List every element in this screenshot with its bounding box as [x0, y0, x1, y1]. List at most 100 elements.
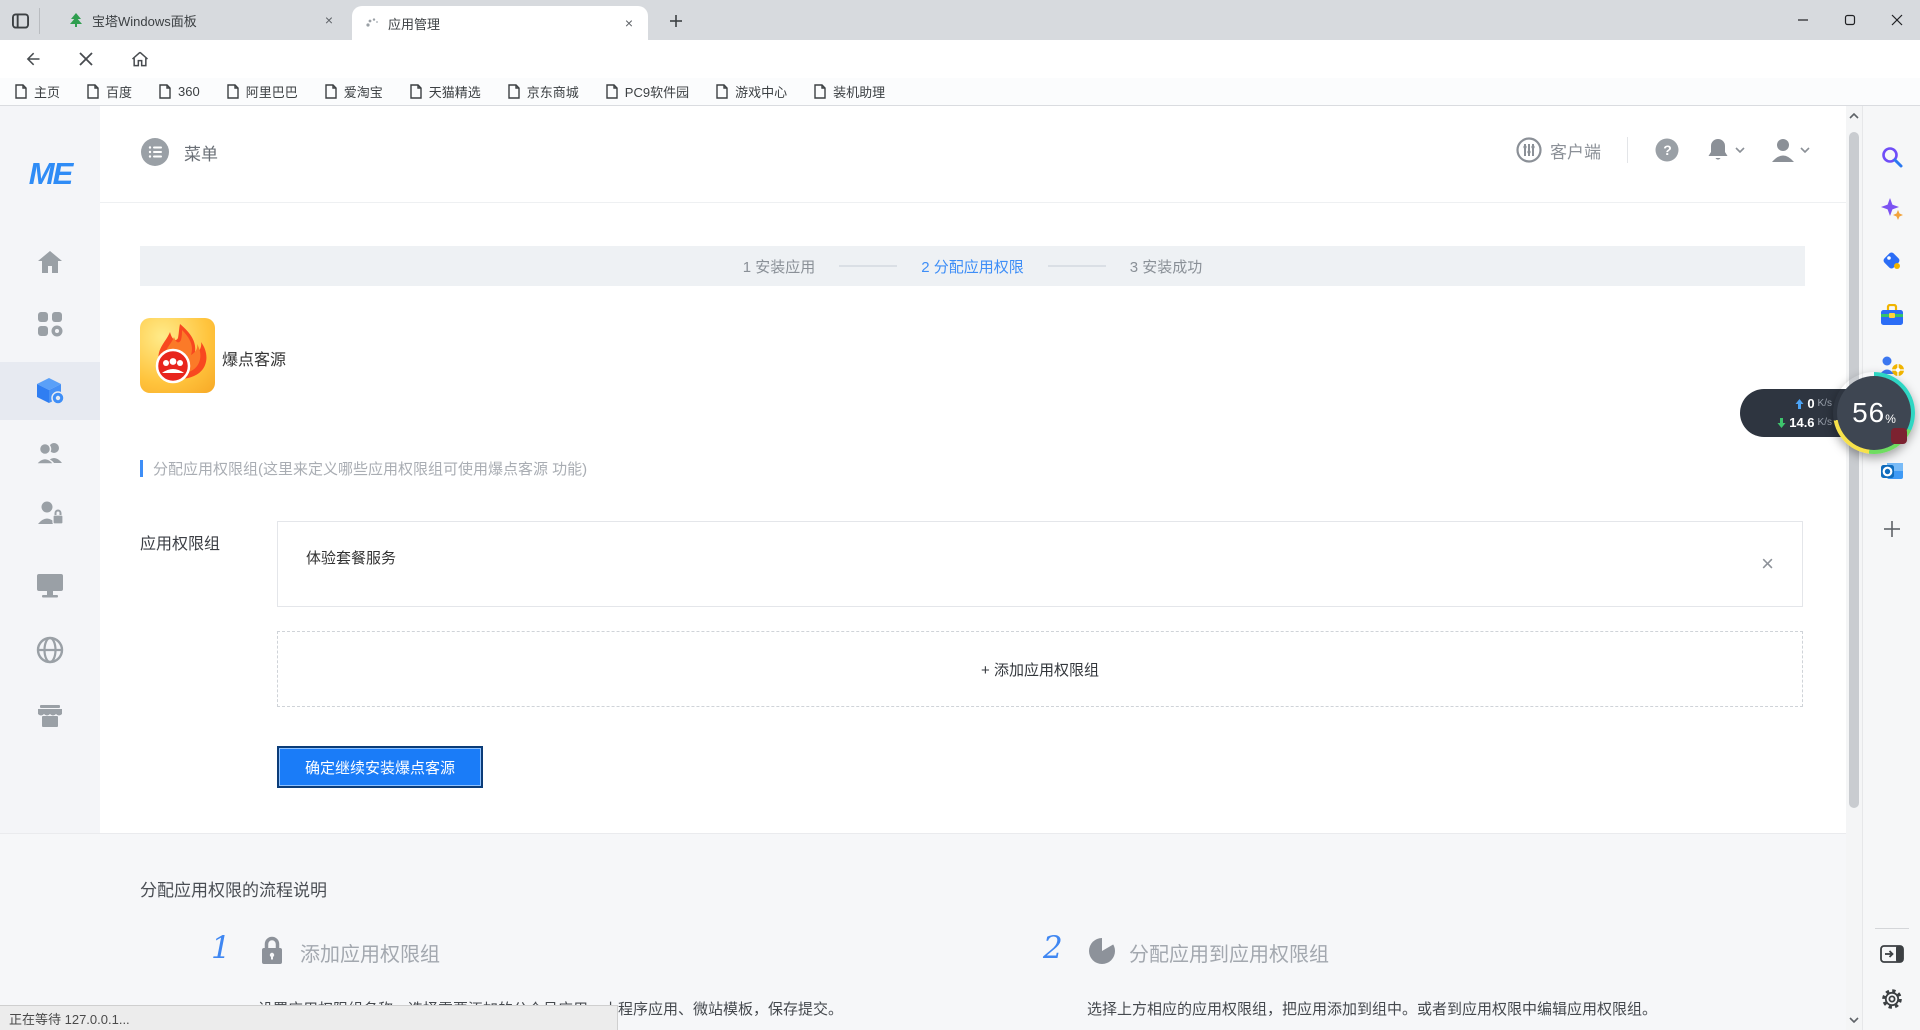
sidebar-outlook-button[interactable]: [1863, 451, 1920, 491]
plus-icon: [1883, 520, 1901, 538]
bookmark-item[interactable]: 主页: [14, 82, 60, 101]
sidebar-panel-toggle-button[interactable]: [1863, 934, 1920, 974]
svg-text:?: ?: [1663, 142, 1672, 158]
bookmark-item[interactable]: 装机助理: [813, 82, 885, 101]
sidebar-item-sites[interactable]: [0, 559, 100, 611]
app-logo[interactable]: ME: [0, 156, 100, 192]
store-icon: [36, 704, 64, 728]
help-icon: ?: [1654, 137, 1680, 163]
sidebar-item-domains[interactable]: [0, 624, 100, 676]
tab-actions-icon: [12, 13, 29, 29]
sidebar-item-users[interactable]: [0, 427, 100, 479]
bookmark-item[interactable]: PC9软件园: [605, 82, 689, 101]
menu-button[interactable]: 菜单: [140, 137, 218, 167]
close-icon: [1891, 14, 1903, 26]
apps-grid-gear-icon: [37, 311, 63, 337]
home-button[interactable]: [124, 43, 156, 75]
guide-section: 分配应用权限的流程说明 1 添加应用权限组 设置应用权限组名称，选择需要添加的公…: [0, 833, 1846, 1030]
sidebar-item-apps[interactable]: [0, 298, 100, 350]
chevron-down-icon: [1735, 147, 1745, 153]
notifications-button[interactable]: [1706, 137, 1745, 163]
bookmark-item[interactable]: 阿里巴巴: [226, 82, 298, 101]
scroll-up-icon[interactable]: [1846, 108, 1862, 124]
tab-actions-button[interactable]: [12, 8, 40, 34]
resource-percent-gauge[interactable]: 56 %: [1833, 372, 1915, 454]
sidebar-add-button[interactable]: [1863, 509, 1920, 549]
sidebar-copilot-button[interactable]: [1863, 189, 1920, 229]
user-menu-button[interactable]: [1771, 137, 1810, 163]
bookmark-label: 主页: [34, 82, 60, 101]
upload-value: 0: [1807, 396, 1814, 411]
web-page: ME 菜单: [0, 106, 1862, 1030]
tab-baota-panel[interactable]: 宝塔Windows面板 ×: [56, 0, 348, 40]
open-panel-icon: [1880, 945, 1904, 963]
scrollbar-thumb[interactable]: [1849, 132, 1859, 808]
bookmark-item[interactable]: 京东商城: [507, 82, 579, 101]
perm-group-value: 体验套餐服务: [306, 547, 396, 568]
page-icon: [813, 84, 827, 99]
globe-icon: [36, 636, 64, 664]
back-arrow-icon: [22, 49, 42, 69]
up-arrow-icon: [1795, 399, 1804, 409]
lock-icon: [258, 936, 286, 966]
maximize-button[interactable]: [1826, 0, 1873, 40]
confirm-install-button[interactable]: 确定继续安装爆点客源: [277, 746, 483, 788]
tab-title: 应用管理: [388, 14, 612, 33]
step-assign-permission: 2 分配应用权限: [921, 256, 1024, 277]
bookmark-label: 爱淘宝: [344, 82, 383, 101]
new-tab-button[interactable]: [664, 9, 688, 33]
step-install-success: 3 安装成功: [1130, 256, 1203, 277]
bookmark-item[interactable]: 360: [158, 84, 200, 99]
back-button[interactable]: [16, 43, 48, 75]
bookmark-item[interactable]: 爱淘宝: [324, 82, 383, 101]
remove-group-icon[interactable]: ×: [1761, 553, 1774, 575]
stop-loading-button[interactable]: [70, 43, 102, 75]
bookmark-label: 游戏中心: [735, 82, 787, 101]
minimize-button[interactable]: [1779, 0, 1826, 40]
sidebar-item-store[interactable]: [0, 690, 100, 742]
user-icon: [1771, 137, 1795, 163]
cube-gear-icon: [35, 376, 65, 406]
bookmark-item[interactable]: 天猫精选: [409, 82, 481, 101]
close-window-button[interactable]: [1873, 0, 1920, 40]
sidebar-tools-button[interactable]: [1863, 295, 1920, 335]
page-icon: [324, 84, 338, 99]
client-button[interactable]: 客户端: [1516, 137, 1601, 163]
header-divider: [1627, 137, 1628, 163]
sidebar-settings-button[interactable]: [1863, 979, 1920, 1019]
page-icon: [86, 84, 100, 99]
sidebar-item-user-permissions[interactable]: [0, 487, 100, 539]
page-scrollbar[interactable]: [1846, 106, 1862, 1030]
add-group-button[interactable]: + 添加应用权限组: [277, 631, 1803, 707]
sidebar-search-button[interactable]: [1863, 137, 1920, 177]
flame-badge-icon: [140, 318, 215, 393]
tab-close-icon[interactable]: ×: [320, 11, 338, 29]
monitor-icon: [36, 573, 64, 598]
browser-toolbar: 127.0.0.1/web/index.php?c=module&a=manag…: [0, 40, 1920, 78]
guide-step-title: 添加应用权限组: [300, 938, 440, 967]
sidebar-item-home[interactable]: [0, 236, 100, 288]
tab-app-manage[interactable]: 应用管理 ×: [352, 6, 648, 40]
tab-close-icon[interactable]: ×: [620, 14, 638, 32]
home-icon: [36, 249, 64, 275]
bookmark-item[interactable]: 游戏中心: [715, 82, 787, 101]
bookmark-label: 360: [178, 84, 200, 99]
client-sliders-icon: [1516, 137, 1542, 163]
sidebar-item-modules-active[interactable]: [0, 362, 100, 420]
sidebar-shopping-button[interactable]: [1863, 241, 1920, 281]
gear-icon: [1880, 987, 1904, 1011]
bell-icon: [1706, 137, 1730, 163]
scroll-down-icon[interactable]: [1846, 1012, 1862, 1028]
download-speed-row: 14.6K/s: [1756, 413, 1832, 432]
loading-spinner-icon: [364, 15, 380, 31]
bookmark-label: 京东商城: [527, 82, 579, 101]
bookmark-item[interactable]: 百度: [86, 82, 132, 101]
perm-group-box[interactable]: 体验套餐服务 ×: [277, 521, 1803, 607]
shopping-tag-icon: [1880, 249, 1904, 273]
help-button[interactable]: ?: [1654, 137, 1680, 163]
page-icon: [14, 84, 28, 99]
caption-accent-bar: [140, 460, 143, 477]
bookmark-label: 装机助理: [833, 82, 885, 101]
bookmarks-bar: 主页 百度 360 阿里巴巴 爱淘宝 天猫精选 京东商城 PC9软件园 游戏中心…: [0, 78, 1920, 106]
bookmark-label: 阿里巴巴: [246, 82, 298, 101]
